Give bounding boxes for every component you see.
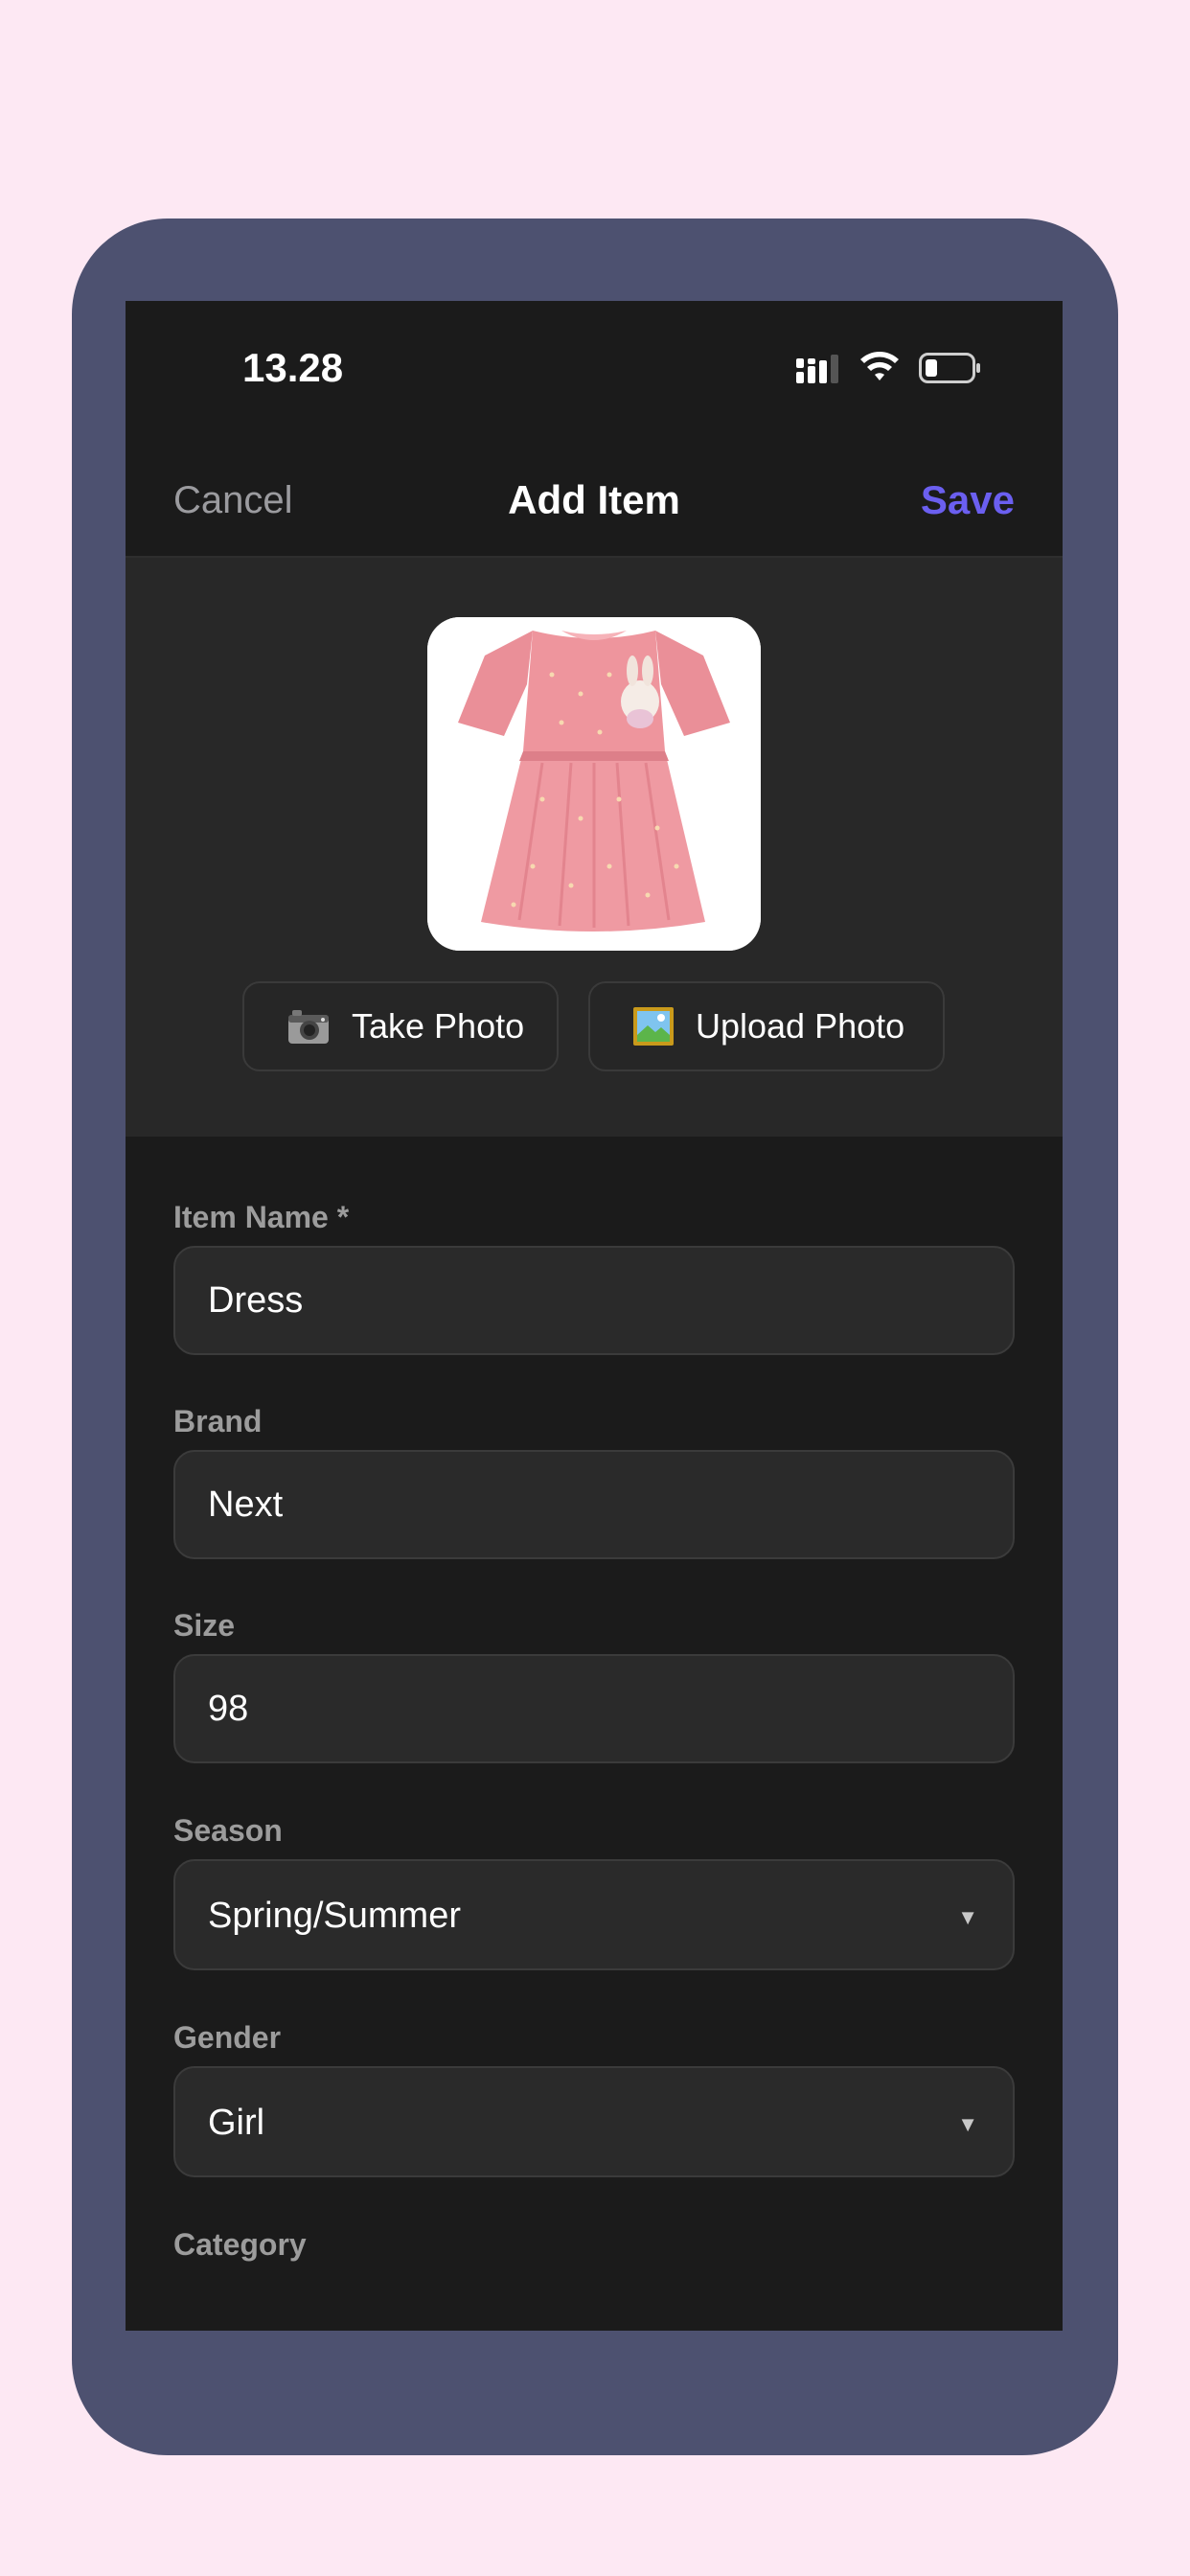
brand-field[interactable]: Next (173, 1450, 1015, 1559)
take-photo-label: Take Photo (352, 1006, 525, 1046)
item-name-value: Dress (208, 1280, 304, 1321)
upload-photo-button[interactable]: Upload Photo (588, 981, 945, 1071)
take-photo-button[interactable]: Take Photo (242, 981, 559, 1071)
chevron-down-icon: ▼ (957, 2112, 978, 2136)
item-name-field[interactable]: Dress (173, 1246, 1015, 1355)
save-button[interactable]: Save (921, 477, 1015, 523)
battery-icon (919, 353, 980, 383)
gender-select[interactable]: Girl ▼ (173, 2066, 1015, 2177)
status-bar: 13.28 (126, 301, 1063, 416)
category-label: Category (173, 2227, 307, 2262)
status-time: 13.28 (242, 345, 344, 390)
season-select[interactable]: Spring/Summer ▼ (173, 1859, 1015, 1970)
size-value: 98 (208, 1689, 249, 1729)
item-name-label: Item Name * (173, 1200, 350, 1234)
picture-icon (633, 1007, 674, 1046)
size-label: Size (173, 1608, 236, 1643)
item-photo[interactable] (427, 617, 761, 951)
chevron-down-icon: ▼ (957, 1905, 978, 1929)
size-field[interactable]: 98 (173, 1654, 1015, 1763)
gender-label: Gender (173, 2020, 282, 2055)
page-title: Add Item (508, 477, 680, 522)
wifi-icon (860, 352, 899, 380)
cancel-button[interactable]: Cancel (173, 479, 293, 522)
signal-icon (796, 355, 838, 383)
brand-value: Next (208, 1484, 284, 1525)
navigation-bar: Cancel Add Item Save (126, 445, 1063, 558)
gender-value: Girl (208, 2103, 265, 2143)
pink-dress-photo (427, 617, 761, 951)
upload-photo-label: Upload Photo (696, 1006, 905, 1046)
photo-section: Take Photo Upload Photo (126, 558, 1063, 1137)
brand-label: Brand (173, 1404, 263, 1438)
season-label: Season (173, 1813, 283, 1848)
app-screen: 13.28 Cancel Add Item Save Take Photo Up… (126, 301, 1063, 2331)
season-value: Spring/Summer (208, 1896, 461, 1936)
camera-icon (288, 1010, 329, 1044)
